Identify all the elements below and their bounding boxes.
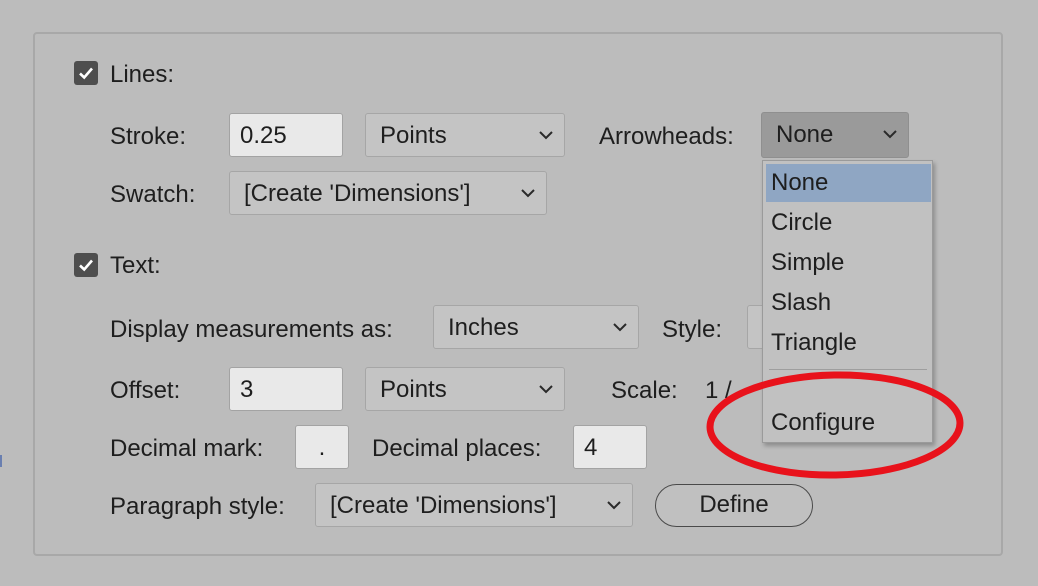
annotation-highlight-ellipse [706, 371, 964, 479]
